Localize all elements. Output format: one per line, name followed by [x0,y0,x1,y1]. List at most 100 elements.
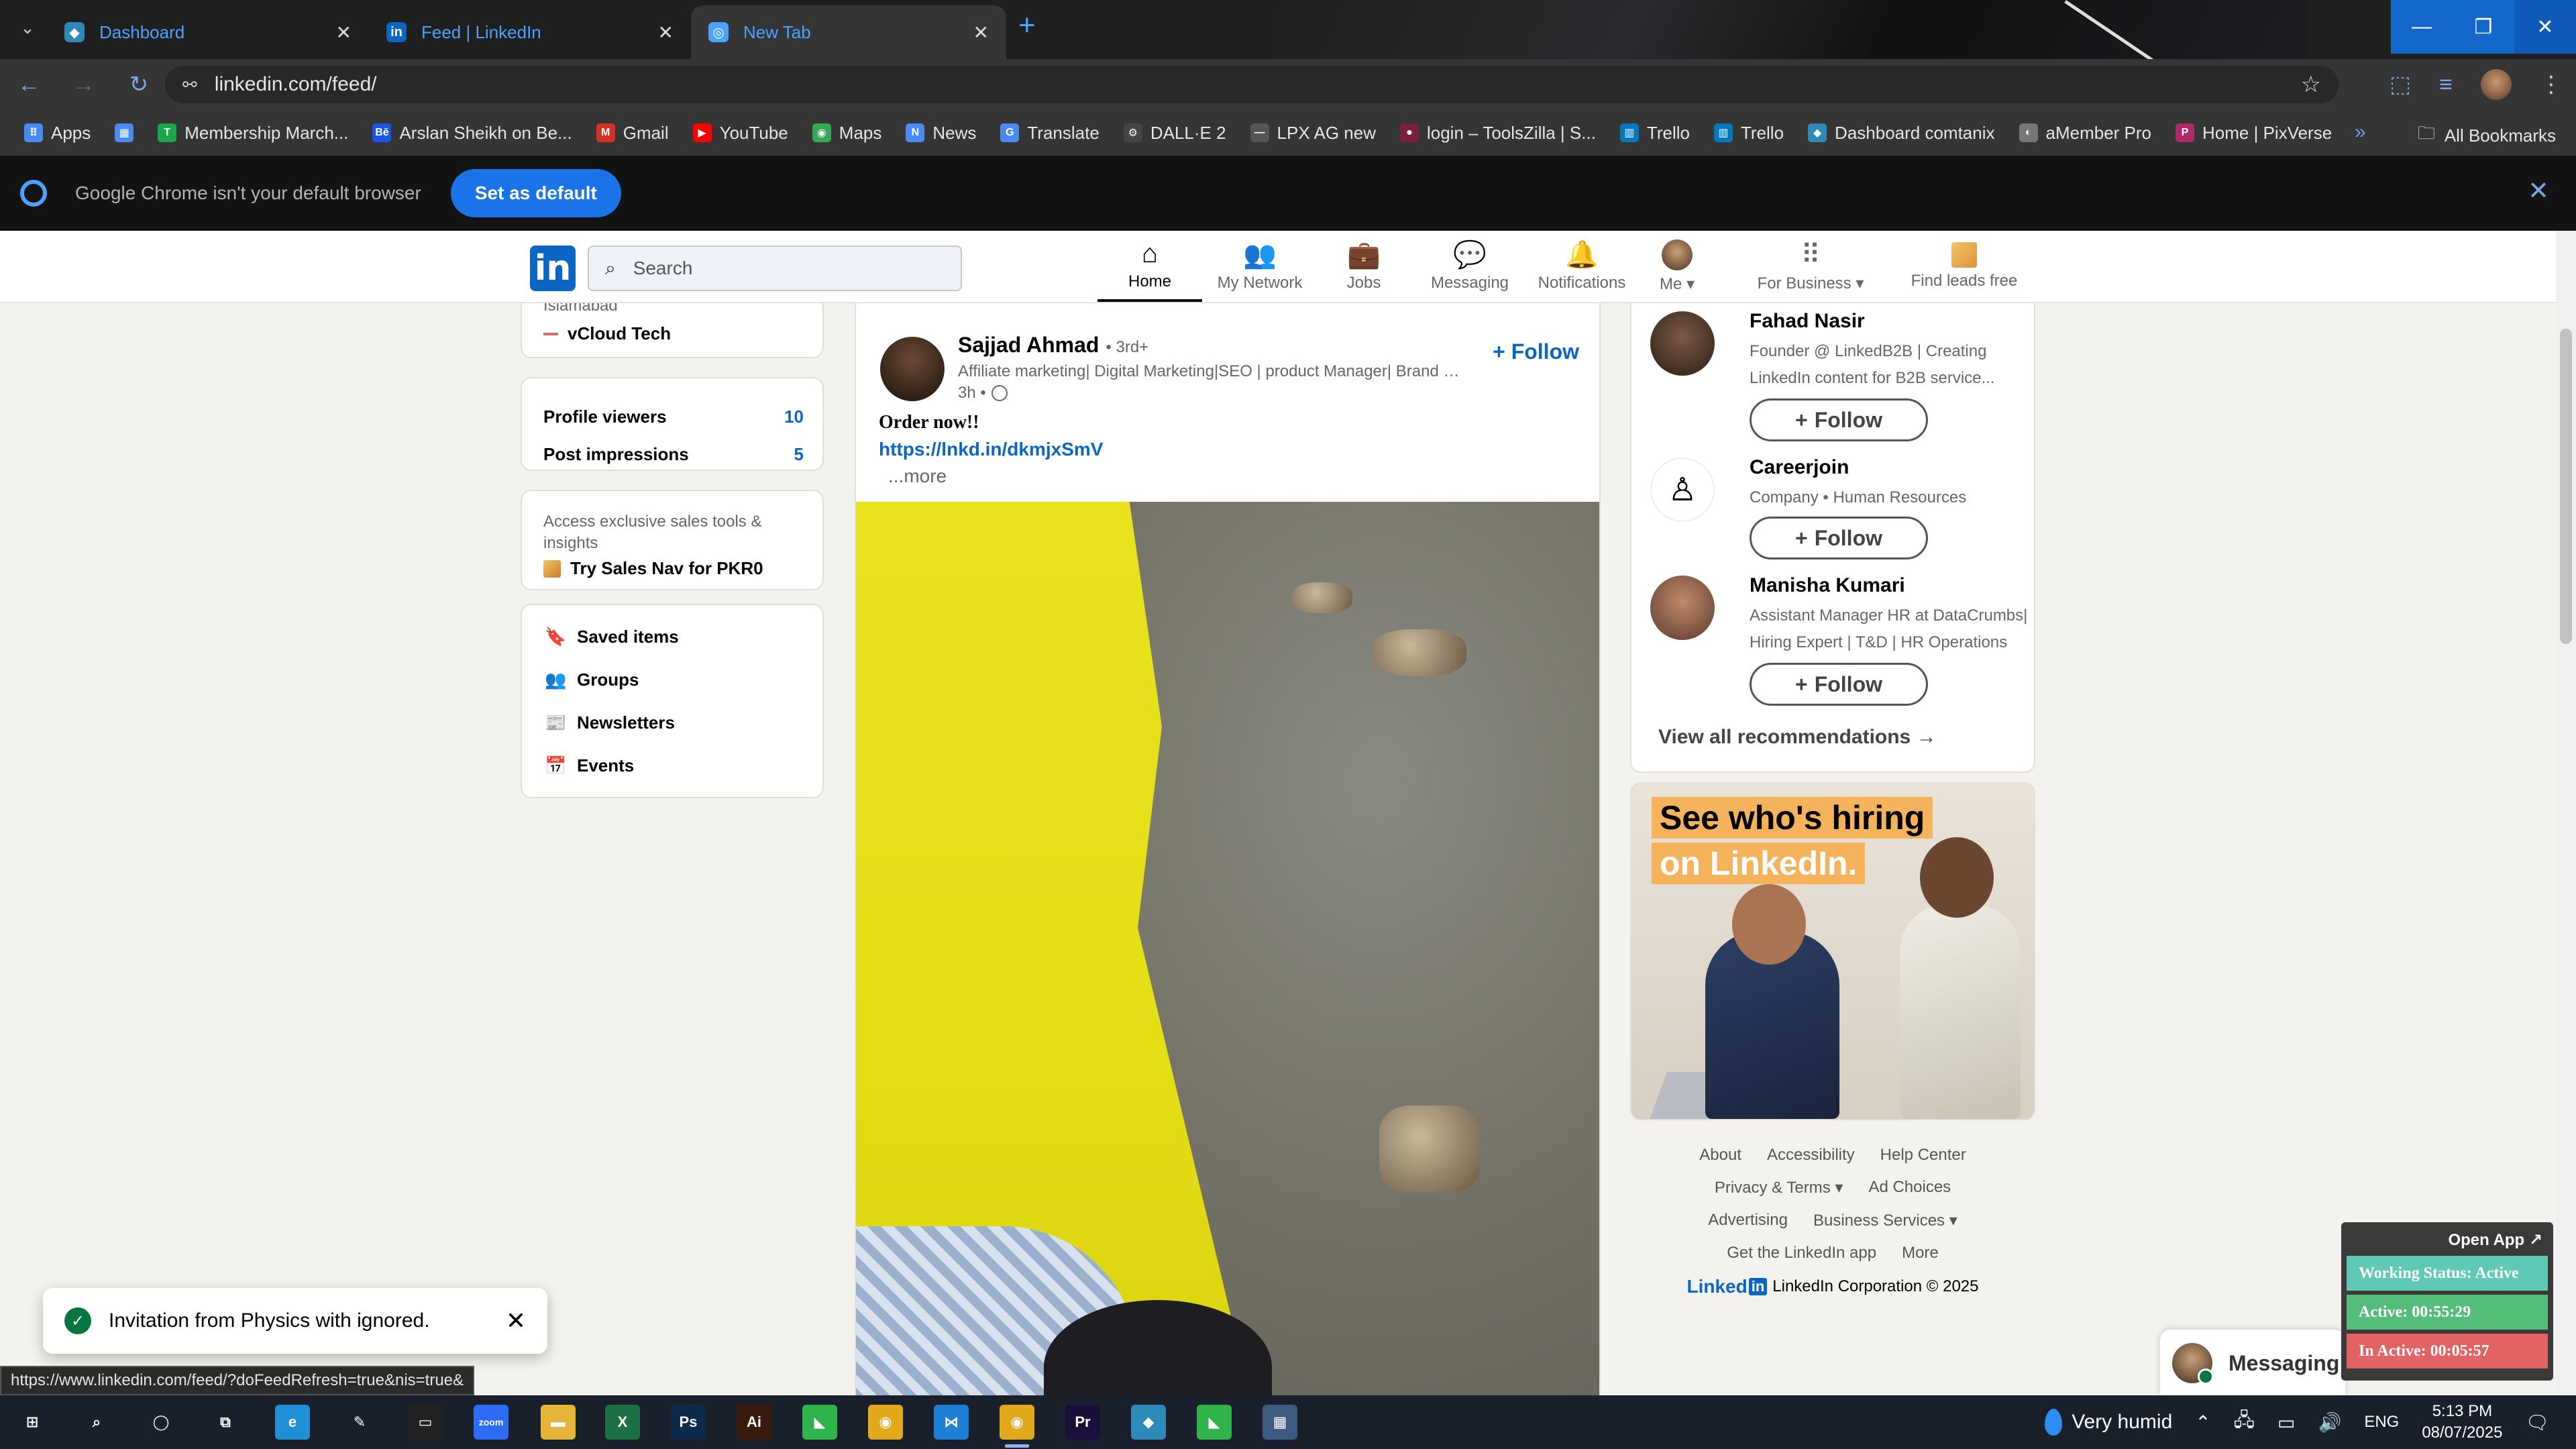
messaging-bar[interactable]: Messaging [2160,1330,2345,1397]
post-link[interactable]: https://lnkd.in/dkmjxSmV [879,439,1103,460]
bookmark-item[interactable]: — LPX AG new [1250,123,1376,144]
follow-author-button[interactable]: + Follow [1493,339,1579,364]
task-view-icon[interactable]: ⧉ [208,1405,243,1440]
tab-dashboard[interactable]: ◆ Dashboard ✕ [47,5,369,59]
bookmark-item[interactable]: Bē Arslan Sheikh on Be... [372,123,572,144]
app-green2-icon[interactable]: ◣ [1197,1405,1232,1440]
see-more-link[interactable]: ...more [888,466,947,487]
illustrator-icon[interactable]: Ai [737,1405,771,1440]
saved-items-link[interactable]: 🔖 Saved items [545,627,679,647]
close-tab-icon[interactable]: ✕ [658,21,674,44]
minimize-icon[interactable]: — [2391,0,2453,54]
nav-grid[interactable]: ⠿ For Business ▾ [1740,231,1881,302]
footer-link[interactable]: Accessibility [1767,1146,1855,1165]
recommendation-name[interactable]: Careerjoin [1750,456,1849,479]
language-indicator[interactable]: ENG [2364,1413,2399,1432]
pen-icon[interactable]: ✎ [342,1405,377,1440]
footer-link[interactable]: Get the LinkedIn app [1727,1244,1876,1263]
hiring-ad[interactable]: See who's hiring on LinkedIn. [1630,782,2035,1120]
app-blue-icon[interactable]: ◆ [1131,1405,1166,1440]
author-name-row[interactable]: Sajjad Ahmad • 3rd+ [958,333,1148,358]
close-tab-icon[interactable]: ✕ [973,21,989,44]
recommendation-avatar[interactable] [1650,576,1715,640]
chrome-active-icon[interactable]: ◉ [1000,1405,1034,1448]
cortana-icon[interactable]: ◯ [144,1405,178,1440]
zoom-icon[interactable]: zoom [474,1405,508,1440]
nav-briefcase[interactable]: 💼 Jobs [1320,231,1407,302]
all-bookmarks[interactable]: 🗀 All Bookmarks [2418,121,2556,150]
recommendation-name[interactable]: Manisha Kumari [1750,574,1905,597]
bookmark-item[interactable]: ▶ YouTube [692,123,788,144]
nav-home[interactable]: ⌂ Home [1097,231,1202,302]
chevron-up-icon[interactable]: ⌃ [2195,1411,2210,1434]
tab-new-tab[interactable]: ◎ New Tab ✕ [691,5,1006,59]
bookmark-item[interactable]: ◆ Dashboard comtanix [1808,123,1995,144]
groups-link[interactable]: 👥 Groups [545,669,639,690]
footer-link[interactable]: About [1699,1146,1741,1165]
photoshop-icon[interactable]: Ps [671,1405,706,1440]
weather-widget[interactable]: Very humid [2045,1409,2172,1436]
calculator-icon[interactable]: ▦ [1263,1405,1297,1440]
follow-button[interactable]: + Follow [1750,517,1928,559]
open-app-link[interactable]: Open App ↗ [2347,1228,2548,1256]
menu-kebab-icon[interactable]: ⋮ [2540,71,2563,98]
restore-icon[interactable]: ❐ [2453,0,2514,54]
premiere-icon[interactable]: Pr [1065,1405,1100,1440]
footer-link[interactable]: Privacy & Terms ▾ [1715,1178,1843,1197]
nav-leads[interactable]: Find leads free [1890,231,2038,302]
back-icon[interactable]: ← [13,69,44,100]
author-avatar[interactable] [880,337,945,401]
post-video[interactable] [856,502,1599,1395]
edge-icon[interactable]: e [275,1405,310,1440]
bookmark-item[interactable]: ◉ Maps [812,123,881,144]
close-window-icon[interactable]: ✕ [2514,0,2576,54]
footer-link[interactable]: More [1902,1244,1939,1263]
close-toast-icon[interactable]: ✕ [506,1307,526,1335]
scrollbar-thumb[interactable] [2560,329,2572,644]
footer-link[interactable]: Advertising [1708,1211,1788,1230]
bookmark-item[interactable]: ▦ [115,123,134,142]
site-info-icon[interactable]: ⚯ [182,74,197,95]
display-icon[interactable]: ▭ [2277,1411,2295,1434]
tab-search-icon[interactable]: ⌄ [15,15,40,40]
follow-button[interactable]: + Follow [1750,663,1928,706]
app-green-icon[interactable]: ◣ [802,1405,837,1440]
nav-bell[interactable]: 🔔 Notifications [1520,231,1644,302]
reload-icon[interactable]: ↻ [123,69,154,100]
events-link[interactable]: 📅 Events [545,755,634,776]
footer-link[interactable]: Ad Choices [1868,1178,1951,1197]
sales-nav-cta[interactable]: Try Sales Nav for PKR0 [543,558,763,579]
nav-chat[interactable]: 💬 Messaging [1411,231,1528,302]
new-tab-button[interactable]: + [1018,11,1036,40]
recommendation-avatar[interactable] [1650,311,1715,376]
newsletters-link[interactable]: 📰 Newsletters [545,712,675,733]
profile-org[interactable]: vCloud Tech [543,323,671,344]
post-impressions-stat[interactable]: Post impressions 5 [543,444,804,465]
recommendation-name[interactable]: Fahad Nasir [1750,310,1865,333]
nav-avatar[interactable]: Me ▾ [1644,231,1711,302]
volume-icon[interactable]: 🔊 [2318,1411,2341,1434]
page-scrollbar[interactable] [2556,231,2576,1395]
bookmark-item[interactable]: G Translate [1000,123,1099,144]
extensions-icon[interactable]: ⬚ [2390,71,2411,98]
footer-link[interactable]: Business Services ▾ [1813,1211,1957,1230]
bookmark-item[interactable]: M Gmail [596,123,669,144]
explorer-icon[interactable]: ▬ [541,1405,576,1440]
profile-avatar[interactable] [2481,69,2512,100]
vscode-icon[interactable]: ⋈ [934,1405,969,1440]
bookmark-item[interactable]: ⠿ Apps [24,123,91,144]
bookmark-item[interactable]: ▥ Trello [1713,123,1784,144]
excel-icon[interactable]: X [605,1405,640,1440]
terminal-icon[interactable]: ▭ [408,1405,443,1440]
tab-linkedin[interactable]: in Feed | LinkedIn ✕ [369,5,691,59]
footer-link[interactable]: Help Center [1880,1146,1966,1165]
bookmark-star-icon[interactable]: ☆ [2301,71,2321,98]
bookmark-item[interactable]: P Home | PixVerse [2176,123,2332,144]
bookmark-item[interactable]: ⚙ DALL·E 2 [1123,123,1226,144]
windows-start-icon[interactable]: ⊞ [15,1405,50,1440]
nav-network[interactable]: 👥 My Network [1205,231,1315,302]
more-bookmarks-icon[interactable]: » [2355,121,2366,144]
address-bar[interactable]: ⚯ linkedin.com/feed/ ☆ [165,66,2339,103]
chrome-icon[interactable]: ◉ [868,1405,903,1440]
search-input[interactable]: ⌕ Search [588,246,962,291]
